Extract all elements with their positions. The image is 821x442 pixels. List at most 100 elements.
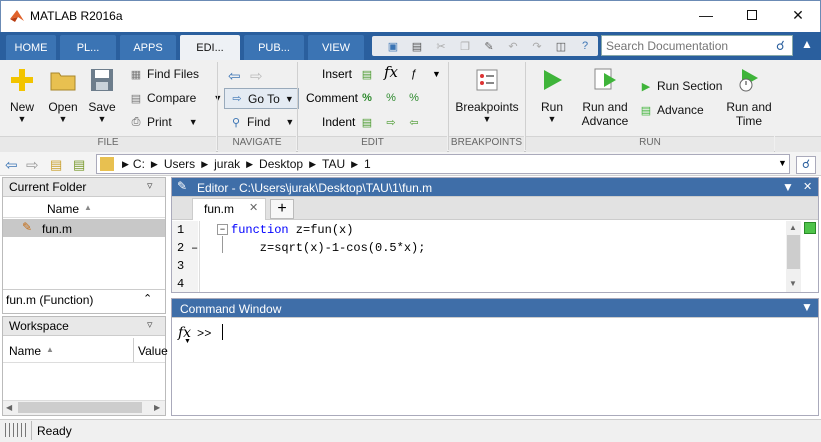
breadcrumb-segment[interactable]: jurak	[214, 157, 240, 171]
save-button[interactable]: Save ▼	[86, 66, 118, 124]
up-folder-icon[interactable]: ▤	[50, 157, 62, 173]
panel-menu-icon[interactable]: ▼	[782, 180, 794, 194]
scroll-down-icon[interactable]: ▼	[789, 279, 797, 288]
tab-home[interactable]: HOME	[6, 35, 56, 60]
increase-indent-icon[interactable]: ⇨	[383, 114, 399, 130]
minimize-button[interactable]: —	[683, 0, 729, 30]
chevron-down-icon: ▼	[547, 114, 557, 124]
line-number-gutter	[172, 221, 198, 292]
scroll-up-icon[interactable]: ▲	[789, 223, 797, 232]
paste-quick-icon[interactable]: ✎	[479, 36, 499, 56]
insert-f-icon[interactable]: ƒ	[406, 66, 422, 82]
chevron-down-icon: ▼	[17, 114, 27, 124]
insert-section-icon[interactable]: ▤	[359, 66, 375, 82]
undo-quick-icon[interactable]: ↶	[503, 36, 523, 56]
breadcrumb-segment[interactable]: 1	[364, 157, 371, 171]
run-and-time-icon	[735, 66, 763, 94]
save-label: Save	[88, 100, 116, 114]
compare-button[interactable]: ▤Compare▼	[128, 90, 222, 106]
forward-arrow-icon[interactable]: ⇨	[250, 67, 263, 85]
decrease-indent-icon[interactable]: ⇦	[406, 114, 422, 130]
find-button[interactable]: ⚲ Find ▼	[228, 114, 294, 130]
open-button[interactable]: Open ▼	[46, 66, 80, 124]
close-button[interactable]: ✕	[775, 0, 821, 30]
new-icon	[8, 66, 36, 94]
maximize-button[interactable]	[729, 0, 775, 30]
smart-indent-icon[interactable]: ▤	[359, 114, 375, 130]
panel-menu-icon[interactable]: ▿	[147, 318, 153, 331]
breadcrumb-segment[interactable]: TAU	[322, 157, 345, 171]
save-quick-icon[interactable]: ▤	[407, 36, 427, 56]
workspace-title: Workspace	[3, 317, 165, 336]
switch-windows-icon[interactable]: ◫	[551, 36, 571, 56]
tab-publish[interactable]: PUB...	[244, 35, 304, 60]
new-quick-icon[interactable]: ▣	[383, 36, 403, 56]
goto-button[interactable]: ⇨ Go To ▼	[224, 88, 299, 109]
chevron-up-icon[interactable]: ⌃	[143, 292, 152, 305]
breadcrumb-segment[interactable]: Users	[164, 157, 195, 171]
back-icon[interactable]: ⇦	[5, 156, 18, 174]
scroll-right-icon[interactable]: ▶	[154, 403, 160, 412]
cut-quick-icon[interactable]: ✂	[431, 36, 451, 56]
browse-folder-icon[interactable]: ▤	[73, 157, 85, 173]
code-fold-icon[interactable]: −	[217, 224, 228, 235]
code-line[interactable]: function z=fun(x)	[231, 223, 353, 237]
collapse-toolstrip-icon[interactable]: ▲	[799, 37, 815, 53]
panel-menu-icon[interactable]: ▼	[801, 300, 813, 314]
path-dropdown-icon[interactable]: ▼	[778, 158, 787, 168]
redo-quick-icon[interactable]: ↷	[527, 36, 547, 56]
forward-icon[interactable]: ⇨	[26, 156, 39, 174]
name-column-header[interactable]: Name	[9, 344, 41, 358]
chevron-down-icon[interactable]: ▼	[432, 69, 441, 79]
breadcrumb-segment[interactable]: Desktop	[259, 157, 303, 171]
command-prompt: >>	[197, 327, 212, 341]
value-column-header[interactable]: Value	[138, 344, 168, 358]
print-button[interactable]: ⎙ Print ▼	[128, 114, 198, 130]
file-name[interactable]: fun.m	[42, 222, 72, 236]
close-icon: ✕	[792, 6, 804, 23]
run-button[interactable]: Run ▼	[536, 66, 568, 124]
chevron-down-icon: ▼	[285, 117, 295, 127]
tab-editor[interactable]: EDI...	[180, 35, 240, 60]
text-cursor[interactable]	[222, 324, 223, 340]
scroll-left-icon[interactable]: ◀	[6, 403, 12, 412]
scrollbar-thumb[interactable]	[787, 235, 800, 269]
name-column-header[interactable]: Name	[47, 202, 79, 216]
tab-plots[interactable]: PL...	[60, 35, 116, 60]
maximize-icon	[747, 10, 757, 20]
uncomment-icon[interactable]: %	[383, 90, 399, 106]
divider	[31, 421, 32, 440]
breadcrumb-segment[interactable]: C:	[133, 157, 145, 171]
scrollbar-thumb[interactable]	[18, 402, 142, 413]
run-section-label: RUN	[526, 136, 774, 152]
run-section-button[interactable]: ▶ Run Section	[638, 78, 723, 94]
run-section-icon: ▶	[641, 80, 651, 93]
breakpoints-icon	[473, 66, 501, 94]
help-quick-icon[interactable]: ?	[575, 36, 595, 56]
new-button[interactable]: New ▼	[6, 66, 38, 124]
search-folder-icon[interactable]: ☌	[796, 156, 816, 174]
comment-icon[interactable]: %	[359, 90, 375, 106]
back-arrow-icon[interactable]: ⇦	[228, 67, 241, 85]
add-tab-button[interactable]: +	[270, 199, 294, 219]
edit-section-label: EDIT	[298, 136, 447, 152]
run-and-advance-button[interactable]: Run and Advance	[578, 66, 632, 128]
code-analyzer-icon[interactable]	[804, 222, 816, 234]
close-tab-icon[interactable]: ✕	[249, 201, 258, 214]
tab-view[interactable]: VIEW	[308, 35, 364, 60]
tab-apps[interactable]: APPS	[120, 35, 176, 60]
panel-menu-icon[interactable]: ▿	[147, 179, 153, 192]
copy-quick-icon[interactable]: ❐	[455, 36, 475, 56]
breakpoints-button[interactable]: Breakpoints ▼	[455, 66, 519, 124]
search-documentation-input[interactable]	[601, 35, 793, 56]
code-line[interactable]: z=sqrt(x)-1-cos(0.5*x);	[231, 241, 426, 255]
wrap-comments-icon[interactable]: %	[406, 90, 422, 106]
advance-button[interactable]: ▤ Advance	[638, 102, 704, 118]
find-files-button[interactable]: ▦ Find Files	[128, 66, 199, 82]
close-icon[interactable]: ✕	[803, 180, 812, 193]
code-text: z=sqrt(x)-1-cos(0.5*x);	[231, 241, 426, 255]
search-icon[interactable]: ☌	[776, 38, 792, 54]
insert-function-icon[interactable]: fx	[383, 63, 399, 81]
run-and-time-button[interactable]: Run and Time	[724, 66, 774, 128]
status-text: Ready	[37, 424, 72, 438]
